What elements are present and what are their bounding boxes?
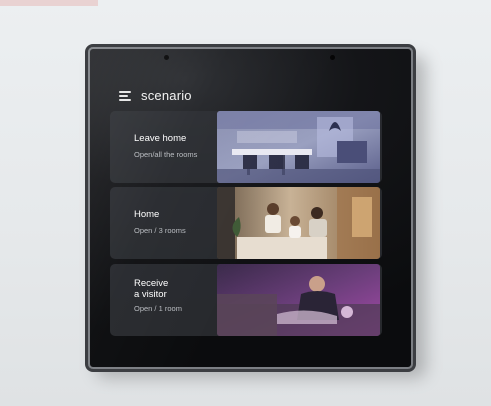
scene-card-receive-visitor[interactable]: Receive a visitor Open / 1 room — [110, 264, 382, 336]
man-on-sofa-photo — [217, 264, 380, 336]
background-tag — [0, 0, 98, 6]
scene-name: Home — [134, 209, 160, 220]
proximity-sensor — [164, 55, 169, 60]
scene-card-home[interactable]: Home Open / 3 rooms — [110, 187, 382, 259]
scene-status: Open/all the rooms — [134, 150, 198, 159]
scene-card-leave-home[interactable]: Leave home Open/all the rooms — [110, 111, 382, 183]
scene-name: Leave home — [134, 133, 187, 144]
empty-dining-room-photo — [217, 111, 380, 183]
screen-header: scenario — [119, 85, 192, 105]
scene-name: Receive — [134, 278, 169, 289]
family-living-room-photo — [217, 187, 380, 259]
menu-icon[interactable] — [119, 90, 131, 101]
screen-title: scenario — [141, 87, 192, 103]
scene-name-line2: a visitor — [134, 289, 167, 300]
scene-status: Open / 3 rooms — [134, 226, 186, 235]
scene-status: Open / 1 room — [134, 304, 182, 313]
smart-home-panel: scenario Leave home Open/all the rooms H… — [88, 47, 413, 369]
light-sensor — [330, 55, 335, 60]
